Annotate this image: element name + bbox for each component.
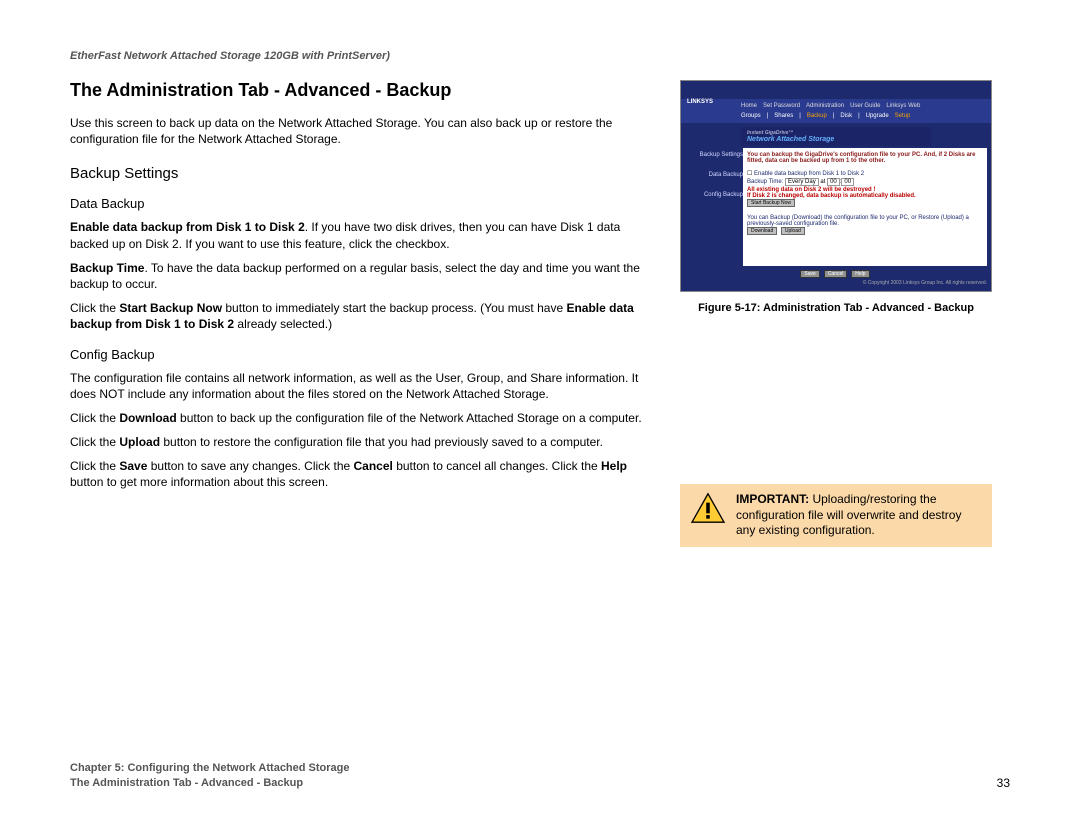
config-backup-heading: Config Backup	[70, 347, 650, 362]
page-number: 33	[997, 776, 1010, 790]
ss-download-button: Download	[747, 227, 777, 235]
page-title: The Administration Tab - Advanced - Back…	[70, 80, 650, 101]
p3-end: already selected.)	[234, 317, 332, 331]
important-callout: IMPORTANT: Uploading/restoring the confi…	[680, 484, 992, 547]
ss-subnav: Groups | Shares | Backup | Disk | Upgrad…	[681, 113, 991, 123]
config-p2: Click the Download button to back up the…	[70, 410, 650, 426]
figure-caption: Figure 5-17: Administration Tab - Advanc…	[680, 302, 992, 314]
p3-pre: Click the	[70, 301, 119, 315]
ss-brand: Instant GigaDrive™ Network Attached Stor…	[741, 127, 931, 146]
backup-time-bold: Backup Time	[70, 261, 144, 275]
ss-sidebar: Backup Settings Data Backup Config Backu…	[681, 148, 743, 266]
ss-topnav: Home Set Password Administration User Gu…	[681, 99, 991, 113]
footer-chapter: Chapter 5: Configuring the Network Attac…	[70, 761, 350, 775]
enable-bold: Enable data backup from Disk 1 to Disk 2	[70, 220, 305, 234]
ss-start-backup-button: Start Backup Now	[747, 199, 795, 207]
config-p1: The configuration file contains all netw…	[70, 370, 650, 402]
ss-cancel-button: Cancel	[824, 270, 848, 278]
cancel-bold: Cancel	[354, 459, 393, 473]
save-bold: Save	[119, 459, 147, 473]
product-header: EtherFast Network Attached Storage 120GB…	[70, 50, 1010, 62]
page-footer: Chapter 5: Configuring the Network Attac…	[70, 761, 1010, 790]
p3-mid: button to immediately start the backup p…	[222, 301, 566, 315]
footer-subtitle: The Administration Tab - Advanced - Back…	[70, 776, 350, 790]
ss-bottom-buttons: Save Cancel Help	[681, 270, 991, 278]
ss-help-button: Help	[851, 270, 869, 278]
data-backup-p1: Enable data backup from Disk 1 to Disk 2…	[70, 219, 650, 251]
config-p3: Click the Upload button to restore the c…	[70, 434, 650, 450]
important-bold: IMPORTANT:	[736, 492, 809, 506]
backup-settings-heading: Backup Settings	[70, 165, 650, 182]
ss-save-button: Save	[800, 270, 819, 278]
data-backup-p3: Click the Start Backup Now button to imm…	[70, 300, 650, 332]
ss-main-panel: You can backup the GigaDrive's configura…	[743, 148, 987, 266]
help-bold: Help	[601, 459, 627, 473]
config-p4: Click the Save button to save any change…	[70, 458, 650, 490]
p2-rest: . To have the data backup performed on a…	[70, 261, 640, 291]
start-backup-bold: Start Backup Now	[119, 301, 222, 315]
ss-upload-button: Upload	[781, 227, 805, 235]
callout-text: IMPORTANT: Uploading/restoring the confi…	[736, 492, 982, 539]
ss-copyright: © Copyright 2003 Linksys Group Inc. All …	[681, 278, 991, 288]
data-backup-heading: Data Backup	[70, 196, 650, 211]
main-text-column: The Administration Tab - Advanced - Back…	[70, 80, 650, 547]
download-bold: Download	[119, 411, 176, 425]
admin-screenshot: LINKSYS Home Set Password Administration…	[680, 80, 992, 292]
warning-icon	[690, 492, 726, 524]
upload-bold: Upload	[119, 435, 160, 449]
ss-logo: LINKSYS	[687, 99, 713, 105]
intro-paragraph: Use this screen to back up data on the N…	[70, 115, 650, 147]
data-backup-p2: Backup Time. To have the data backup per…	[70, 260, 650, 292]
